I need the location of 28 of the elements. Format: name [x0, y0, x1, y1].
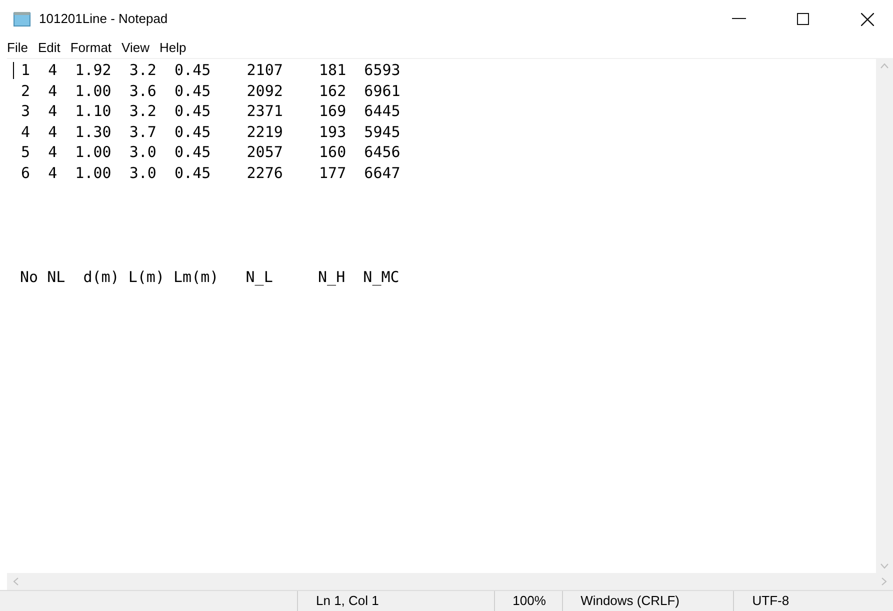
- text-cursor: [13, 62, 14, 79]
- text-line: No NL d(m) L(m) Lm(m) N_L N_H N_MC: [20, 266, 400, 288]
- menu-item[interactable]: Format: [66, 38, 116, 58]
- window-title: 101201Line - Notepad: [39, 10, 168, 28]
- minimize-icon: [732, 18, 746, 20]
- menu-item[interactable]: View: [118, 38, 154, 58]
- menu-item[interactable]: File: [3, 38, 32, 58]
- status-text: 100%: [512, 592, 546, 610]
- scroll-down-icon: [880, 563, 889, 569]
- text-line: 5 4 1.00 3.0 0.45 2057 160 6456: [21, 142, 400, 163]
- menu-item[interactable]: Help: [155, 38, 190, 58]
- text-line: 4 4 1.30 3.7 0.45 2219 193 5945: [21, 122, 400, 142]
- scroll-up-icon: [880, 63, 889, 69]
- status-text: UTF-8: [752, 592, 790, 610]
- vertical-scrollbar[interactable]: [876, 59, 893, 573]
- text-line: 2 4 1.00 3.6 0.45 2092 162 6961: [21, 80, 400, 102]
- status-text: Ln 1, Col 1: [316, 592, 379, 610]
- scroll-right-icon: [881, 577, 887, 586]
- text-line: 1 4 1.92 3.2 0.45 2107 181 6593: [21, 60, 400, 81]
- text-line: 6 4 1.00 3.0 0.45 2276 177 6647: [21, 162, 400, 184]
- scroll-left-icon: [13, 577, 19, 586]
- maximize-icon: [797, 13, 809, 25]
- text-line: 3 4 1.10 3.2 0.45 2371 169 6445: [21, 101, 400, 122]
- close-icon: [860, 12, 874, 26]
- horizontal-scrollbar[interactable]: [7, 573, 893, 590]
- menu-item[interactable]: Edit: [34, 38, 64, 58]
- notepad-icon: [13, 11, 31, 27]
- status-text: Windows (CRLF): [580, 592, 680, 610]
